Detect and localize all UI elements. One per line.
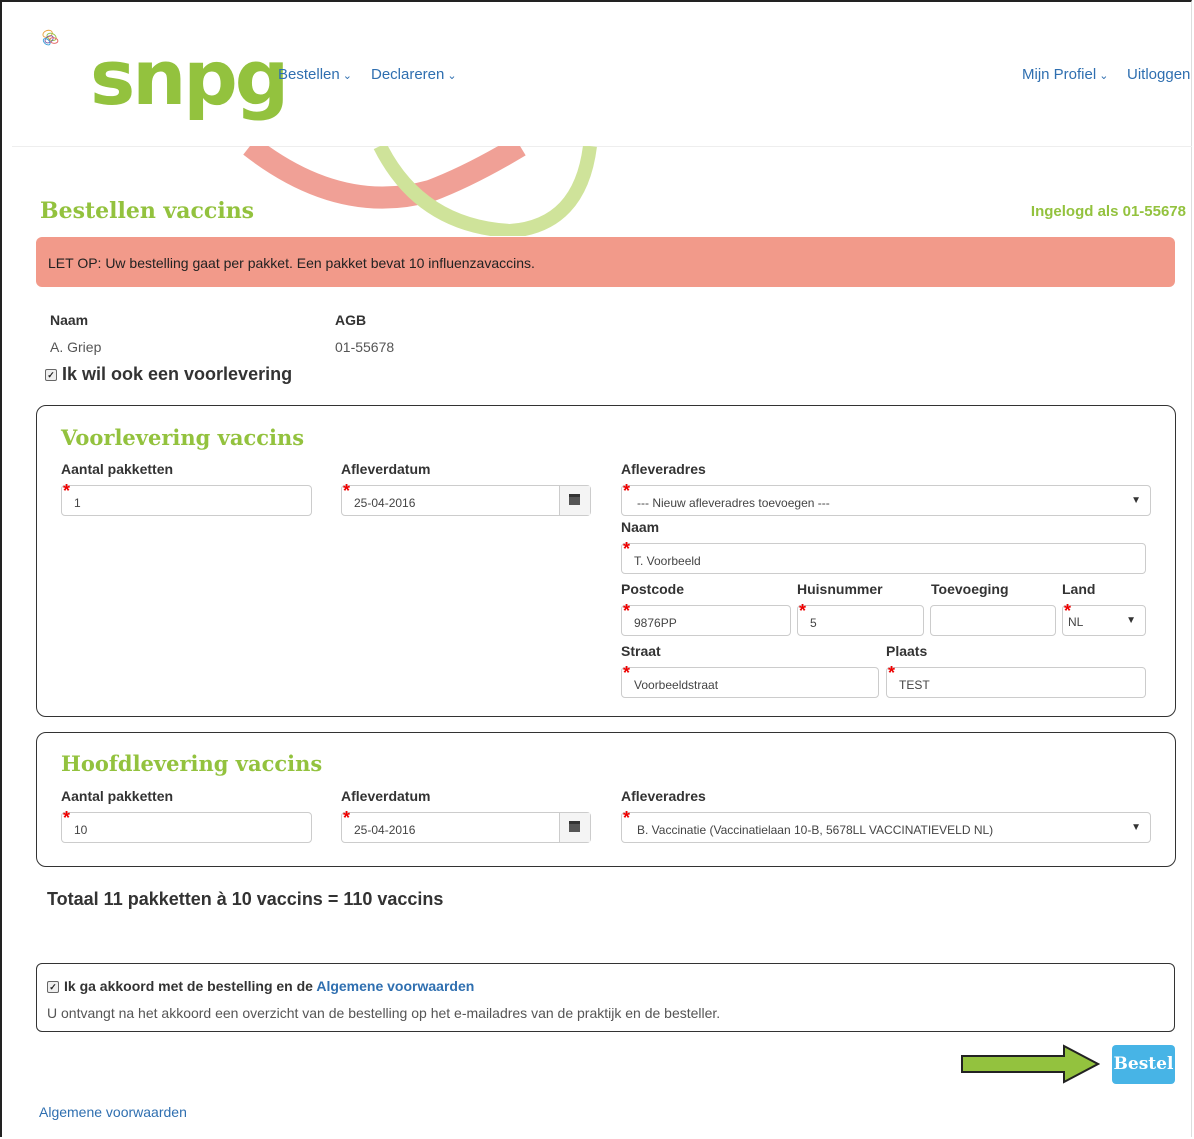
required-asterisk: *	[623, 481, 631, 501]
required-asterisk: *	[623, 663, 631, 683]
nav-mijn-profiel-label[interactable]: Mijn Profiel	[1022, 66, 1096, 83]
order-total: Totaal 11 pakketten à 10 vaccins = 110 v…	[47, 889, 444, 909]
huisnummer-value: 5	[810, 616, 817, 630]
agreement-checkbox-row[interactable]: ✓ Ik ga akkoord met de bestelling en de A…	[47, 978, 474, 994]
hoofd-datum-input[interactable]: * 25-04-2016	[341, 808, 591, 843]
logged-in-label: Ingelogd als 01-55678	[1030, 203, 1186, 220]
agb-label: AGB	[335, 312, 367, 328]
nav-declareren[interactable]: Declareren ⌄	[371, 66, 457, 83]
straat-label: Straat	[621, 643, 661, 659]
straat-input[interactable]: * Voorbeeldstraat	[621, 663, 879, 698]
snpg-logo-text[interactable]: snpg	[90, 40, 289, 116]
land-value: NL	[1068, 615, 1084, 629]
chevron-down-icon: ⌄	[447, 70, 457, 82]
huisnummer-label: Huisnummer	[797, 581, 883, 597]
hoofd-aantal-label: Aantal pakketten	[61, 788, 174, 804]
voor-aantal-label: Aantal pakketten	[61, 461, 174, 477]
voor-datum-value: 25-04-2016	[354, 496, 416, 510]
agreement-terms-link[interactable]: Algemene voorwaarden	[316, 978, 474, 994]
decorative-rings	[243, 146, 597, 236]
plaats-input[interactable]: * TEST	[886, 663, 1146, 698]
header: snpg Bestellen ⌄ Declareren ⌄ Mijn Profiel…	[12, 0, 1192, 147]
voorlevering-checkbox-label[interactable]: Ik wil ook een voorlevering	[62, 364, 292, 384]
nav-declareren-label[interactable]: Declareren	[371, 66, 444, 83]
calendar-icon[interactable]	[559, 486, 590, 515]
page-title: Bestellen vaccins	[40, 198, 255, 224]
footer-terms-link[interactable]: Algemene voorwaarden	[39, 1104, 187, 1120]
required-asterisk: *	[63, 808, 71, 828]
voor-adres-select[interactable]: * --- Nieuw afleveradres toevoegen --- ▼	[621, 481, 1151, 516]
voorlevering-title: Voorlevering vaccins	[61, 425, 305, 450]
required-asterisk: *	[799, 601, 807, 621]
voor-naam-label: Naam	[621, 519, 660, 535]
nav-uitloggen[interactable]: Uitloggen	[1127, 66, 1190, 83]
voor-aantal-value: 1	[74, 496, 81, 510]
voor-datum-label: Afleverdatum	[341, 461, 431, 477]
hoofd-aantal-value: 10	[74, 823, 88, 837]
arrow-right-icon	[961, 1044, 1100, 1084]
voor-datum-input[interactable]: * 25-04-2016	[341, 481, 591, 516]
agb-value: 01-55678	[335, 339, 395, 355]
chevron-down-icon: ⌄	[1099, 70, 1109, 82]
voor-naam-value: T. Voorbeeld	[634, 554, 701, 568]
agreement-note: U ontvangt na het akkoord een overzicht …	[47, 1005, 721, 1021]
agreement-checkbox[interactable]: ✓	[47, 981, 59, 994]
voorlevering-checkbox[interactable]: ✓	[45, 369, 57, 382]
chevron-down-icon: ⌄	[342, 70, 352, 82]
postcode-value: 9876PP	[634, 616, 677, 630]
required-asterisk: *	[888, 663, 896, 683]
nav-bestellen[interactable]: Bestellen ⌄	[278, 66, 352, 83]
required-asterisk: *	[623, 539, 631, 559]
alert-banner: LET OP: Uw bestelling gaat per pakket. E…	[36, 237, 1175, 287]
voor-aantal-input[interactable]: * 1	[61, 481, 312, 516]
nav-mijn-profiel[interactable]: Mijn Profiel ⌄	[1022, 66, 1108, 83]
hoofd-adres-select[interactable]: * B. Vaccinatie (Vaccinatielaan 10-B, 56…	[621, 808, 1151, 843]
naam-label: Naam	[50, 312, 89, 328]
postcode-input[interactable]: * 9876PP	[621, 601, 791, 636]
voorlevering-checkbox-row[interactable]: ✓ Ik wil ook een voorlevering	[45, 364, 292, 385]
hoofd-adres-label: Afleveradres	[621, 788, 706, 804]
naam-value: A. Griep	[50, 339, 102, 355]
agreement-box: ✓ Ik ga akkoord met de bestelling en de A…	[36, 963, 1175, 1032]
required-asterisk: *	[343, 481, 351, 501]
calendar-icon[interactable]	[559, 813, 590, 842]
agreement-text[interactable]: Ik ga akkoord met de bestelling en de	[64, 978, 313, 994]
toevoeging-label: Toevoeging	[931, 581, 1009, 597]
dropdown-caret-icon: ▼	[1131, 822, 1141, 833]
toevoeging-input[interactable]	[930, 605, 1056, 636]
required-asterisk: *	[63, 481, 71, 501]
nav-bestellen-label[interactable]: Bestellen	[278, 66, 340, 83]
bestel-button[interactable]: Bestel	[1112, 1045, 1175, 1084]
voor-adres-label: Afleveradres	[621, 461, 706, 477]
hoofd-datum-value: 25-04-2016	[354, 823, 416, 837]
hoofd-adres-value: B. Vaccinatie (Vaccinatielaan 10-B, 5678…	[637, 823, 994, 837]
hoofd-datum-label: Afleverdatum	[341, 788, 431, 804]
hoofdlevering-title: Hoofdlevering vaccins	[61, 751, 323, 776]
dropdown-caret-icon: ▼	[1126, 615, 1136, 626]
required-asterisk: *	[623, 601, 631, 621]
plaats-value: TEST	[899, 678, 930, 692]
voor-adres-value: --- Nieuw afleveradres toevoegen ---	[637, 496, 830, 510]
straat-value: Voorbeeldstraat	[634, 678, 719, 692]
voor-naam-input[interactable]: * T. Voorbeeld	[621, 539, 1146, 574]
required-asterisk: *	[623, 808, 631, 828]
land-label: Land	[1062, 581, 1096, 597]
huisnummer-input[interactable]: * 5	[797, 601, 924, 636]
land-select[interactable]: * NL ▼	[1062, 601, 1146, 636]
nav-uitloggen-label[interactable]: Uitloggen	[1127, 66, 1190, 83]
dropdown-caret-icon: ▼	[1131, 495, 1141, 506]
required-asterisk: *	[343, 808, 351, 828]
hoofd-aantal-input[interactable]: * 10	[61, 808, 312, 843]
postcode-label: Postcode	[621, 581, 685, 597]
plaats-label: Plaats	[886, 643, 928, 659]
